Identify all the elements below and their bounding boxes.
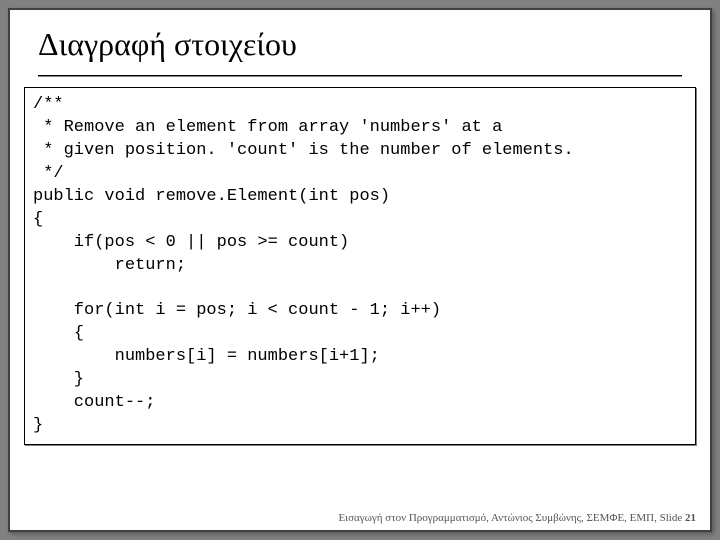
- footer-text: Εισαγωγή στον Προγραμματισμό, Αντώνιος Σ…: [338, 512, 659, 524]
- footer-slide-number: 21: [685, 512, 696, 524]
- slide-title: Διαγραφή στοιχείου: [38, 26, 682, 63]
- code-box: /** * Remove an element from array 'numb…: [24, 87, 696, 445]
- code-block: /** * Remove an element from array 'numb…: [33, 94, 687, 438]
- title-area: Διαγραφή στοιχείου: [10, 10, 710, 69]
- footer-slide-label: Slide: [660, 512, 685, 524]
- title-underline: [38, 73, 682, 77]
- slide: Διαγραφή στοιχείου /** * Remove an eleme…: [8, 8, 712, 532]
- footer: Εισαγωγή στον Προγραμματισμό, Αντώνιος Σ…: [338, 512, 696, 524]
